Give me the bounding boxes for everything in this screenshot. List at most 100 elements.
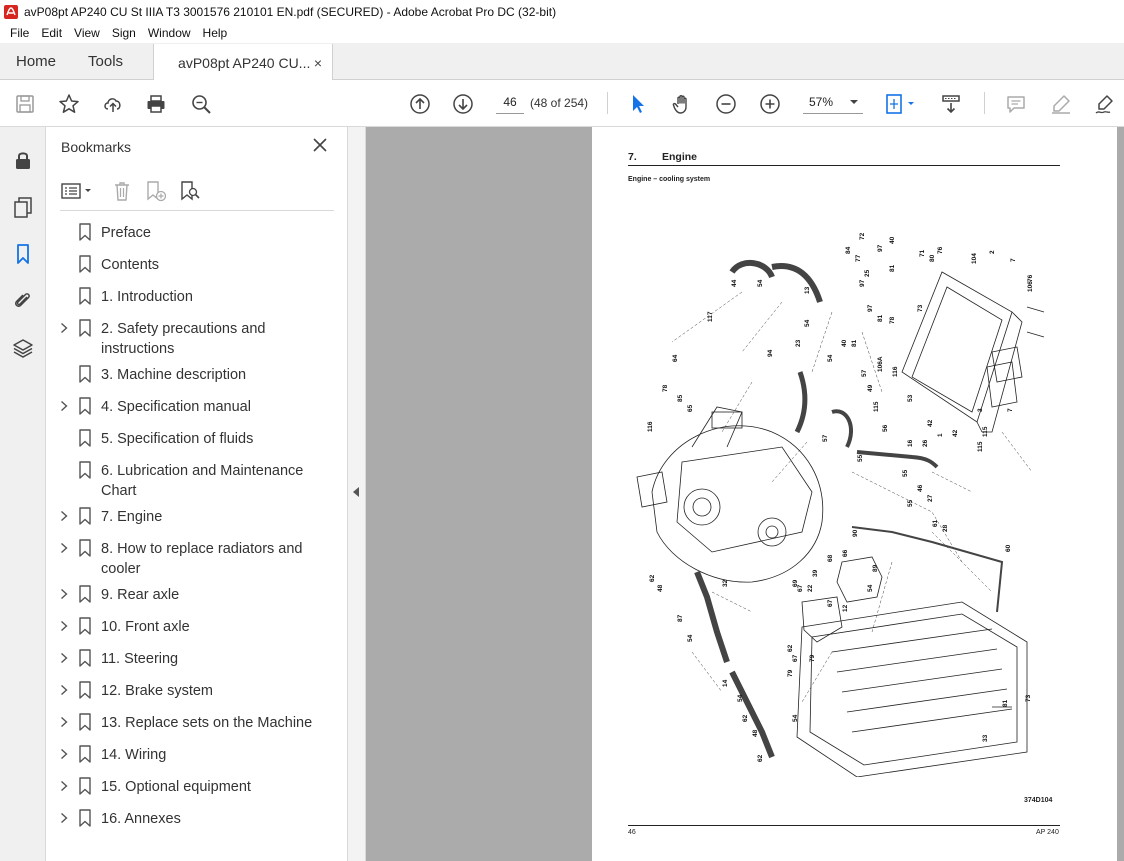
chapter-number: 7. [628, 151, 637, 163]
next-page-icon[interactable] [450, 91, 476, 117]
chevron-right-icon[interactable] [58, 587, 70, 601]
new-bookmark-icon[interactable] [144, 179, 168, 203]
panel-collapse-handle[interactable] [348, 127, 366, 861]
bookmark-label: 5. Specification of fluids [101, 431, 254, 447]
bookmarks-panel-icon[interactable] [10, 241, 36, 267]
bookmark-star-icon[interactable] [56, 91, 82, 117]
part-callout-label: 64 [672, 354, 679, 362]
bookmark-label: 16. Annexes [101, 811, 181, 827]
zoom-out-icon[interactable] [713, 91, 739, 117]
part-callout-label: 42 [952, 429, 959, 437]
part-callout-label: 56 [882, 424, 889, 432]
part-callout-label: 39 [812, 569, 819, 577]
part-callout-label: 97 [867, 304, 874, 312]
chevron-right-icon[interactable] [58, 651, 70, 665]
bookmark-label: 13. Replace sets on the Machine [101, 715, 313, 731]
bookmark-label: Contents [101, 257, 160, 273]
part-callout-label: 53 [907, 394, 914, 402]
pages-thumbnails-icon[interactable] [10, 194, 36, 220]
sign-pen-icon[interactable] [1092, 91, 1118, 117]
bookmark-flag-icon [78, 649, 92, 667]
bookmark-flag-icon [78, 745, 92, 763]
part-callout-label: 54 [737, 694, 744, 702]
chevron-right-icon[interactable] [58, 683, 70, 697]
delete-bookmark-icon[interactable] [110, 179, 134, 203]
layers-icon[interactable] [10, 335, 36, 361]
panel-title: Bookmarks [61, 139, 132, 155]
part-callout-label: 73 [917, 304, 924, 312]
document-view[interactable]: 7. Engine Engine – cooling system 72 40 … [366, 127, 1124, 861]
part-callout-label: 62 [649, 574, 656, 582]
chevron-right-icon[interactable] [58, 619, 70, 633]
part-callout-label: 97 [877, 244, 884, 252]
chevron-right-icon[interactable] [58, 747, 70, 761]
bookmark-label: 9. Rear axle [101, 587, 180, 603]
part-callout-label: 90 [852, 529, 859, 537]
part-callout-label: 72 [859, 232, 866, 240]
share-upload-icon[interactable] [100, 91, 126, 117]
zoom-in-icon[interactable] [757, 91, 783, 117]
tab-tools[interactable]: Tools [72, 43, 139, 79]
previous-page-icon[interactable] [407, 91, 433, 117]
menu-edit[interactable]: Edit [35, 26, 68, 40]
part-callout-label: 48 [752, 729, 759, 737]
part-callout-label: 67 [797, 584, 804, 592]
comment-icon[interactable] [1003, 91, 1029, 117]
frame-outline [901, 271, 1013, 423]
find-bookmark-icon[interactable] [178, 179, 202, 203]
hand-tool-icon[interactable] [669, 91, 695, 117]
bookmarks-panel: Bookmarks Preface Contents 1. Introduction… [46, 127, 348, 861]
part-callout-label: 25 [864, 269, 871, 277]
highlight-pen-icon[interactable] [1048, 91, 1074, 117]
part-callout-label: 55 [857, 454, 864, 462]
zoom-search-icon[interactable] [188, 91, 214, 117]
part-callout-label: 16 [907, 439, 914, 447]
lock-security-icon[interactable] [10, 147, 36, 173]
menu-window[interactable]: Window [142, 26, 197, 40]
close-panel-icon[interactable] [310, 135, 330, 155]
part-callout-label: 61 [932, 519, 939, 527]
expansion-tank [836, 556, 883, 603]
chevron-right-icon[interactable] [58, 541, 70, 555]
part-callout-label: 54 [757, 279, 764, 287]
menu-file[interactable]: File [4, 26, 35, 40]
chevron-right-icon[interactable] [58, 811, 70, 825]
bookmark-flag-icon [78, 809, 92, 827]
part-callout-label: 7 [1007, 408, 1014, 412]
menu-help[interactable]: Help [197, 26, 234, 40]
tab-home[interactable]: Home [0, 43, 72, 79]
bookmark-options-icon[interactable] [60, 179, 96, 203]
figure-code: 374D104 [1024, 797, 1053, 804]
print-icon[interactable] [143, 91, 169, 117]
part-callout-label: 32 [722, 579, 729, 587]
part-callout-label: 66 [842, 549, 849, 557]
bookmark-flag-icon [78, 319, 92, 337]
header-rule [628, 165, 1060, 166]
zoom-level-select[interactable]: 57% [803, 90, 863, 114]
chevron-right-icon[interactable] [58, 321, 70, 335]
attachments-paperclip-icon[interactable] [10, 287, 36, 313]
part-callout-label: 54 [867, 584, 874, 592]
part-callout-label: 54 [804, 319, 811, 327]
close-tab-icon[interactable]: × [314, 55, 322, 71]
chevron-right-icon[interactable] [58, 715, 70, 729]
part-callout-label: 116 [892, 366, 899, 377]
part-callout-label: 62 [742, 714, 749, 722]
save-icon[interactable] [12, 91, 38, 117]
navigation-rail [0, 127, 46, 861]
chevron-down-icon [849, 97, 859, 107]
select-cursor-icon[interactable] [625, 91, 651, 117]
scrolling-mode-icon[interactable] [938, 91, 964, 117]
menu-sign[interactable]: Sign [106, 26, 142, 40]
part-callout-label: 55 [907, 499, 914, 507]
tab-document[interactable]: avP08pt AP240 CU... × [153, 44, 334, 81]
page-number-input[interactable] [496, 90, 524, 114]
chevron-right-icon[interactable] [58, 509, 70, 523]
chapter-title: Engine [662, 151, 698, 163]
bookmark-label: 14. Wiring [101, 747, 167, 763]
fit-page-icon[interactable] [882, 91, 920, 117]
chevron-right-icon[interactable] [58, 779, 70, 793]
chevron-right-icon[interactable] [58, 399, 70, 413]
menu-view[interactable]: View [68, 26, 106, 40]
part-callout-label: 57 [822, 434, 829, 442]
